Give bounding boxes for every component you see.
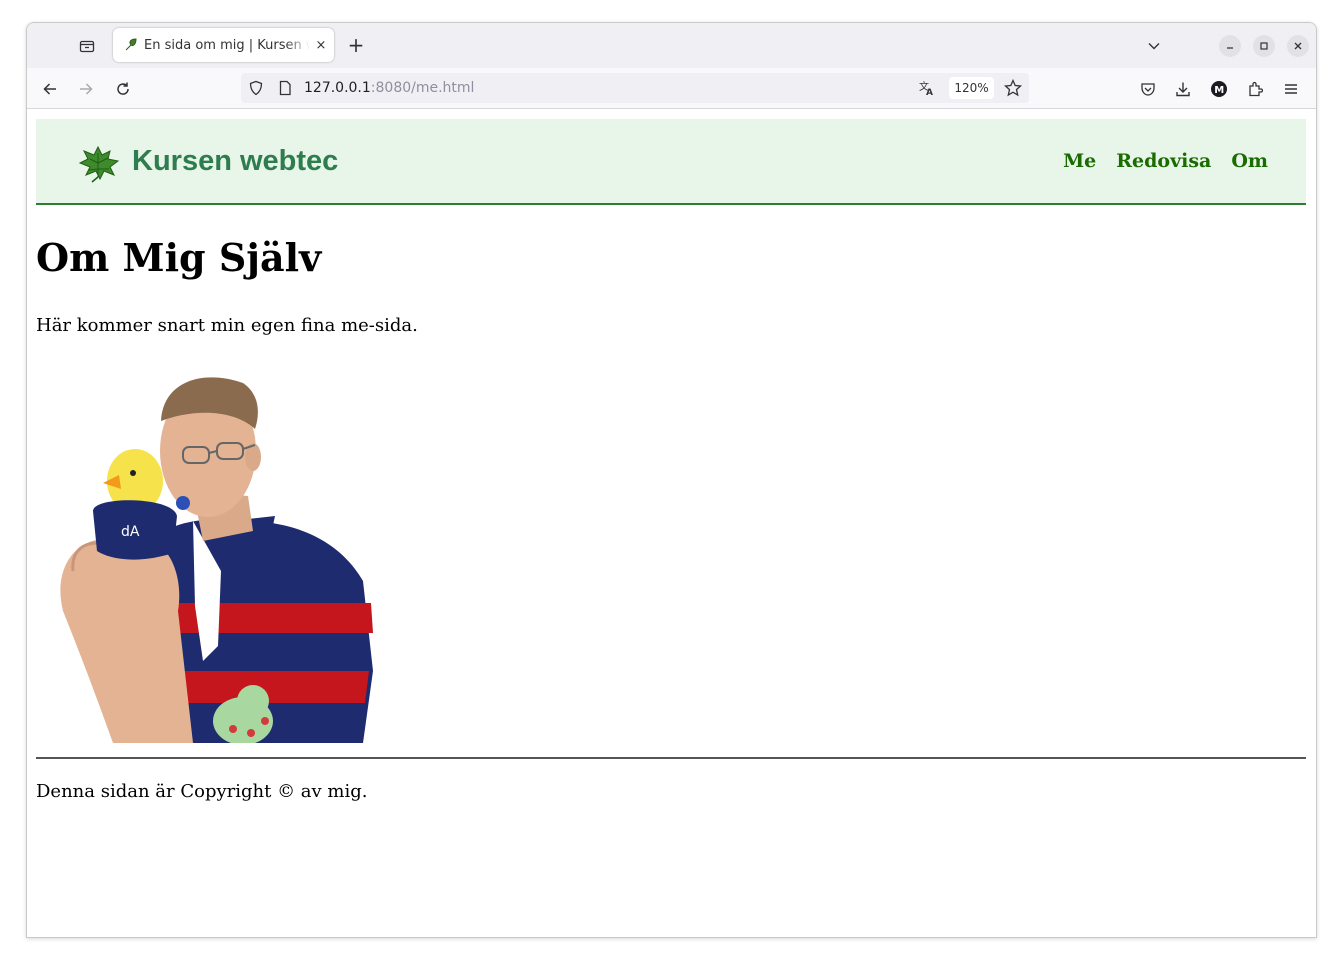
- site-title[interactable]: Kursen webtec: [132, 145, 338, 178]
- shield-icon[interactable]: [248, 80, 264, 100]
- navigation-toolbar: 127.0.0.1:8080/me.html 文A 120% M: [27, 68, 1316, 109]
- nav-link-om[interactable]: Om: [1231, 150, 1268, 172]
- close-window-icon[interactable]: [1287, 35, 1309, 57]
- tab-title: En sida om mig | Kursen webtec: [144, 37, 310, 53]
- browser-window: En sida om mig | Kursen webtec × +: [26, 22, 1317, 938]
- maximize-icon[interactable]: [1253, 35, 1275, 57]
- site-nav: Me Redovisa Om: [1063, 150, 1268, 172]
- back-arrow-icon[interactable]: [39, 78, 61, 100]
- active-tab[interactable]: En sida om mig | Kursen webtec ×: [113, 28, 334, 62]
- tab-list-icon[interactable]: [77, 36, 97, 56]
- bookmark-star-icon[interactable]: [1003, 78, 1023, 101]
- reload-icon[interactable]: [112, 78, 134, 100]
- page-icon[interactable]: [277, 80, 293, 100]
- page-title: Om Mig Själv: [36, 235, 322, 280]
- portrait-photo: dA: [43, 371, 379, 745]
- page-content: Kursen webtec Me Redovisa Om Om Mig Själ…: [27, 109, 1316, 937]
- svg-text:A: A: [926, 88, 933, 97]
- leaf-favicon-icon: [123, 37, 139, 53]
- svg-text:M: M: [1214, 85, 1224, 96]
- minimize-icon[interactable]: [1219, 35, 1241, 57]
- url-text[interactable]: 127.0.0.1:8080/me.html: [304, 80, 474, 96]
- zoom-level-badge[interactable]: 120%: [949, 77, 994, 99]
- translate-icon[interactable]: 文A: [918, 79, 936, 101]
- pocket-icon[interactable]: [1137, 78, 1159, 100]
- extensions-icon[interactable]: [1244, 78, 1266, 100]
- download-icon[interactable]: [1172, 78, 1194, 100]
- nav-link-redovisa[interactable]: Redovisa: [1116, 150, 1211, 172]
- intro-text: Här kommer snart min egen fina me-sida.: [36, 315, 418, 336]
- svg-text:dA: dA: [121, 524, 140, 540]
- chevron-down-icon[interactable]: [1144, 36, 1164, 56]
- tab-strip: En sida om mig | Kursen webtec × +: [27, 23, 1316, 68]
- nav-link-me[interactable]: Me: [1063, 150, 1096, 172]
- new-tab-button[interactable]: +: [346, 35, 366, 55]
- forward-arrow-icon[interactable]: [75, 78, 97, 100]
- account-icon[interactable]: M: [1208, 78, 1230, 100]
- tab-close-icon[interactable]: ×: [314, 38, 328, 53]
- menu-icon[interactable]: [1280, 78, 1302, 100]
- url-bar[interactable]: 127.0.0.1:8080/me.html 文A 120%: [241, 73, 1029, 103]
- site-header: Kursen webtec Me Redovisa Om: [36, 119, 1306, 205]
- footer-copyright: Denna sidan är Copyright © av mig.: [36, 781, 368, 802]
- footer-divider: [36, 757, 1306, 759]
- leaf-logo-icon: [76, 141, 120, 183]
